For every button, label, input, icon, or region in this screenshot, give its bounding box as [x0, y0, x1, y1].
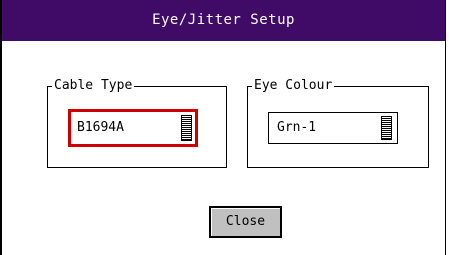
eye-colour-value: Grn-1: [277, 120, 317, 135]
eye-colour-label: Eye Colour: [252, 78, 335, 94]
eye-colour-selector[interactable]: Grn-1: [268, 112, 398, 144]
cable-type-scroll-icon[interactable]: [181, 115, 192, 141]
cable-type-selector[interactable]: B1694A: [68, 109, 198, 147]
cable-type-value: B1694A: [77, 120, 124, 135]
cable-type-group: Cable Type B1694A: [47, 78, 227, 168]
close-button[interactable]: Close: [209, 206, 282, 238]
eye-colour-scroll-icon[interactable]: [381, 116, 392, 140]
eye-colour-group: Eye Colour Grn-1: [247, 78, 429, 168]
dialog-title: Eye/Jitter Setup: [2, 0, 445, 41]
cable-type-label: Cable Type: [52, 78, 135, 94]
eye-jitter-setup-dialog: Eye/Jitter Setup Cable Type B1694A Eye C…: [0, 0, 446, 255]
